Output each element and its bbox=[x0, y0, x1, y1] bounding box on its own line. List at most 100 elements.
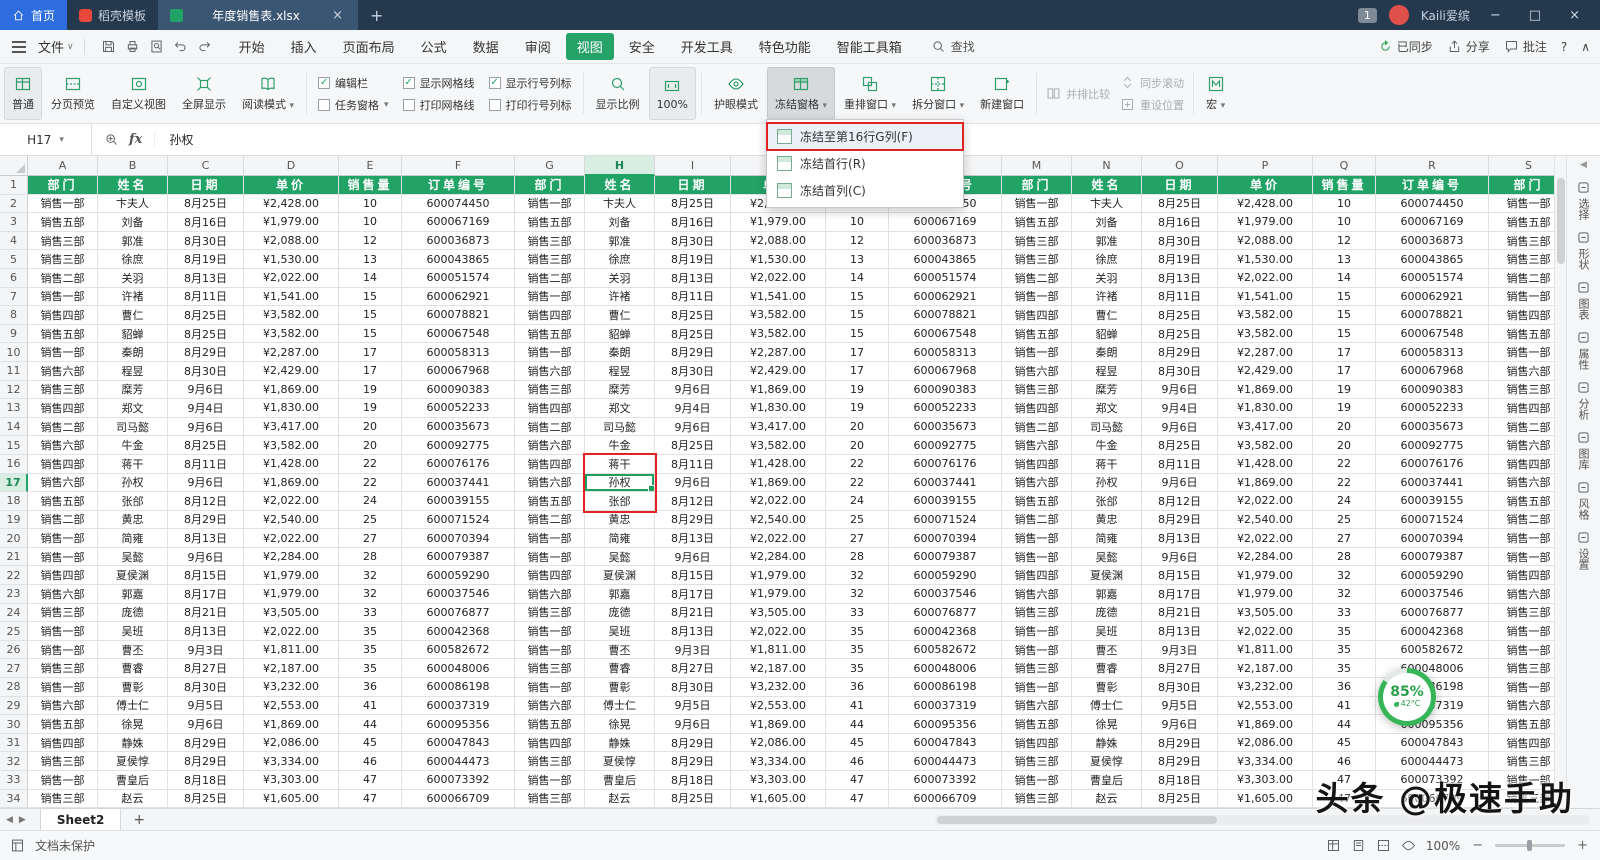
cell-O1[interactable]: 日期 bbox=[1142, 176, 1218, 195]
cell-N10[interactable]: 秦朗 bbox=[1072, 343, 1142, 362]
row-header-12[interactable]: 12 bbox=[0, 380, 28, 400]
cell-L27[interactable]: 600048006 bbox=[889, 659, 1002, 679]
cell-A5[interactable]: 销售三部 bbox=[28, 250, 98, 269]
cell-S18[interactable]: 销售五部 bbox=[1489, 492, 1554, 511]
cell-E13[interactable]: 19 bbox=[339, 399, 402, 418]
document-tab[interactable]: 年度销售表.xlsx × bbox=[158, 0, 359, 30]
cell-L18[interactable]: 600039155 bbox=[889, 492, 1002, 511]
cell-Q12[interactable]: 19 bbox=[1313, 380, 1376, 400]
cell-O12[interactable]: 9月6日 bbox=[1142, 380, 1218, 400]
new-window-button[interactable]: 新建窗口 bbox=[973, 67, 1031, 120]
cell-S30[interactable]: 销售五部 bbox=[1489, 715, 1554, 734]
cell-E8[interactable]: 15 bbox=[339, 306, 402, 325]
cell-R3[interactable]: 600067169 bbox=[1376, 213, 1489, 232]
cell-E23[interactable]: 32 bbox=[339, 585, 402, 604]
cell-F2[interactable]: 600074450 bbox=[402, 194, 515, 214]
save-icon[interactable] bbox=[101, 39, 116, 54]
rearrange-windows-button[interactable]: 重排窗口 ▾ bbox=[837, 67, 903, 120]
view-normal-button[interactable]: 普通 bbox=[4, 67, 42, 120]
editbar-checkbox[interactable]: 编辑栏 bbox=[318, 75, 389, 91]
cell-K6[interactable]: 14 bbox=[826, 268, 889, 288]
sheet-nav-arrows[interactable]: ◀▶ bbox=[6, 815, 32, 825]
cell-E10[interactable]: 17 bbox=[339, 343, 402, 362]
cell-N18[interactable]: 张郃 bbox=[1072, 492, 1142, 511]
cell-K4[interactable]: 12 bbox=[826, 231, 889, 251]
cell-C1[interactable]: 日期 bbox=[168, 176, 244, 195]
cell-B13[interactable]: 郑文 bbox=[98, 399, 168, 418]
cell-A21[interactable]: 销售一部 bbox=[28, 547, 98, 567]
cell-N11[interactable]: 程昱 bbox=[1072, 361, 1142, 381]
cell-Q19[interactable]: 25 bbox=[1313, 510, 1376, 530]
cell-M22[interactable]: 销售四部 bbox=[1002, 566, 1072, 586]
cell-H12[interactable]: 糜芳 bbox=[585, 380, 655, 400]
cell-R13[interactable]: 600052233 bbox=[1376, 399, 1489, 418]
cell-E17[interactable]: 22 bbox=[339, 473, 402, 493]
cell-J11[interactable]: ¥2,429.00 bbox=[731, 361, 826, 381]
cell-Q22[interactable]: 32 bbox=[1313, 566, 1376, 586]
cell-G1[interactable]: 部门 bbox=[515, 176, 585, 195]
cell-G5[interactable]: 销售三部 bbox=[515, 250, 585, 269]
cell-Q11[interactable]: 17 bbox=[1313, 361, 1376, 381]
cell-A1[interactable]: 部门 bbox=[28, 176, 98, 195]
cell-J21[interactable]: ¥2,284.00 bbox=[731, 547, 826, 567]
cell-N23[interactable]: 郭嘉 bbox=[1072, 585, 1142, 604]
row-header-3[interactable]: 3 bbox=[0, 213, 28, 232]
cell-M17[interactable]: 销售六部 bbox=[1002, 473, 1072, 493]
cell-A34[interactable]: 销售三部 bbox=[28, 789, 98, 808]
side-panel-item-属性[interactable]: 属性 bbox=[1576, 330, 1591, 370]
cell-N28[interactable]: 曹彰 bbox=[1072, 678, 1142, 697]
cell-G34[interactable]: 销售三部 bbox=[515, 789, 585, 808]
cell-F27[interactable]: 600048006 bbox=[402, 659, 515, 679]
menu-item-智能工具箱[interactable]: 智能工具箱 bbox=[826, 33, 913, 60]
cell-C13[interactable]: 9月4日 bbox=[168, 399, 244, 418]
cell-R14[interactable]: 600035673 bbox=[1376, 417, 1489, 437]
cell-I6[interactable]: 8月13日 bbox=[655, 268, 731, 288]
cell-L24[interactable]: 600076877 bbox=[889, 603, 1002, 623]
row-header-32[interactable]: 32 bbox=[0, 752, 28, 771]
cell-E29[interactable]: 41 bbox=[339, 696, 402, 716]
column-header-I[interactable]: I bbox=[655, 156, 731, 176]
cell-K8[interactable]: 15 bbox=[826, 306, 889, 325]
cell-D18[interactable]: ¥2,022.00 bbox=[244, 492, 339, 511]
cell-Q29[interactable]: 41 bbox=[1313, 696, 1376, 716]
row-header-15[interactable]: 15 bbox=[0, 436, 28, 455]
cell-I17[interactable]: 9月6日 bbox=[655, 473, 731, 493]
cell-K32[interactable]: 46 bbox=[826, 752, 889, 771]
cell-D25[interactable]: ¥2,022.00 bbox=[244, 622, 339, 641]
cell-P34[interactable]: ¥1,605.00 bbox=[1218, 789, 1313, 808]
cell-L25[interactable]: 600042368 bbox=[889, 622, 1002, 641]
cell-H25[interactable]: 吴班 bbox=[585, 622, 655, 641]
cell-G17[interactable]: 销售六部 bbox=[515, 473, 585, 493]
cell-L5[interactable]: 600043865 bbox=[889, 250, 1002, 269]
comment-button[interactable]: 批注 bbox=[1504, 38, 1547, 55]
cell-M33[interactable]: 销售一部 bbox=[1002, 771, 1072, 790]
cell-D6[interactable]: ¥2,022.00 bbox=[244, 268, 339, 288]
cell-H9[interactable]: 貂蝉 bbox=[585, 324, 655, 344]
cell-D5[interactable]: ¥1,530.00 bbox=[244, 250, 339, 269]
cell-S13[interactable]: 销售四部 bbox=[1489, 399, 1554, 418]
cell-M28[interactable]: 销售一部 bbox=[1002, 678, 1072, 697]
cell-D10[interactable]: ¥2,287.00 bbox=[244, 343, 339, 362]
cell-F33[interactable]: 600073392 bbox=[402, 771, 515, 790]
zoom-100-button[interactable]: 100% bbox=[648, 67, 697, 120]
cell-C14[interactable]: 9月6日 bbox=[168, 417, 244, 437]
cell-H34[interactable]: 赵云 bbox=[585, 789, 655, 808]
cell-F17[interactable]: 600037441 bbox=[402, 473, 515, 493]
cell-K20[interactable]: 27 bbox=[826, 529, 889, 548]
cell-R22[interactable]: 600059290 bbox=[1376, 566, 1489, 586]
cell-B30[interactable]: 徐晃 bbox=[98, 715, 168, 734]
cell-K27[interactable]: 35 bbox=[826, 659, 889, 679]
cell-S2[interactable]: 销售一部 bbox=[1489, 195, 1554, 214]
cell-M19[interactable]: 销售二部 bbox=[1002, 510, 1072, 530]
cell-O24[interactable]: 8月21日 bbox=[1142, 603, 1218, 623]
cell-S12[interactable]: 销售三部 bbox=[1489, 381, 1554, 400]
cell-F6[interactable]: 600051574 bbox=[402, 268, 515, 288]
row-header-14[interactable]: 14 bbox=[0, 417, 28, 437]
cell-J8[interactable]: ¥3,582.00 bbox=[731, 306, 826, 325]
cell-P15[interactable]: ¥3,582.00 bbox=[1218, 436, 1313, 455]
menu-item-页面布局[interactable]: 页面布局 bbox=[332, 33, 406, 60]
row-header-24[interactable]: 24 bbox=[0, 603, 28, 623]
cell-K3[interactable]: 10 bbox=[826, 213, 889, 232]
cell-A31[interactable]: 销售四部 bbox=[28, 733, 98, 753]
cell-S24[interactable]: 销售三部 bbox=[1489, 604, 1554, 623]
